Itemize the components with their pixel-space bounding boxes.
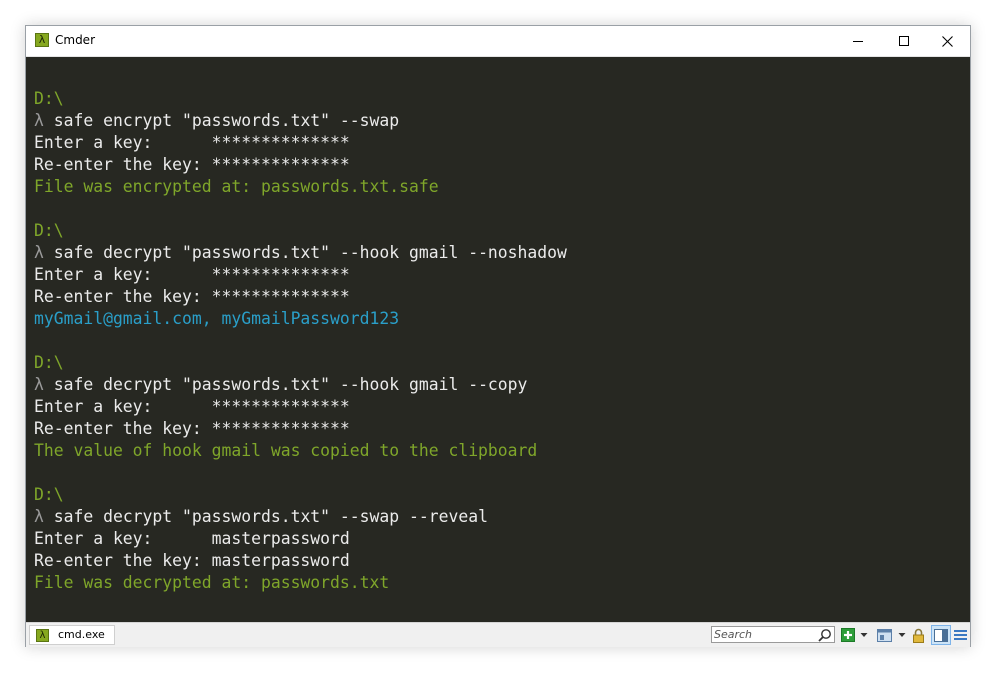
console-tab[interactable]: λ cmd.exe bbox=[29, 625, 115, 645]
tab-label: cmd.exe bbox=[58, 628, 105, 641]
terminal-line: D:\ bbox=[34, 353, 64, 372]
window-title: Cmder bbox=[55, 33, 96, 47]
lambda-app-icon[interactable]: λ bbox=[35, 33, 49, 47]
plus-icon bbox=[841, 628, 855, 642]
lock-button[interactable] bbox=[912, 627, 925, 643]
lambda-tab-icon: λ bbox=[36, 629, 49, 642]
terminal-line: Enter a key: ************** bbox=[34, 397, 350, 416]
chevron-down-icon bbox=[860, 633, 868, 637]
hamburger-icon bbox=[954, 630, 967, 640]
terminal-line: Re-enter the key: ************** bbox=[34, 419, 350, 438]
terminal-line: D:\ bbox=[34, 221, 64, 240]
terminal-output[interactable]: D:\ λ safe encrypt "passwords.txt" --swa… bbox=[26, 57, 970, 622]
split-dropdown[interactable] bbox=[898, 627, 906, 643]
terminal-line: myGmail@gmail.com, myGmailPassword123 bbox=[34, 309, 400, 328]
panel-toggle-button[interactable] bbox=[931, 625, 951, 645]
title-bar[interactable]: λ Cmder bbox=[26, 26, 970, 57]
prompt-symbol: λ bbox=[34, 375, 44, 394]
status-bar: λ cmd.exe bbox=[26, 622, 970, 647]
terminal-line: Enter a key: masterpassword bbox=[34, 529, 350, 548]
prompt-symbol: λ bbox=[34, 243, 44, 262]
maximize-icon bbox=[899, 36, 909, 46]
terminal-line: The value of hook gmail was copied to th… bbox=[34, 441, 538, 460]
command-text: safe encrypt "passwords.txt" --swap bbox=[43, 111, 400, 130]
terminal-line: Re-enter the key: ************** bbox=[34, 155, 350, 174]
terminal-line: File was decrypted at: passwords.txt bbox=[34, 573, 390, 592]
minimize-button[interactable] bbox=[835, 26, 881, 56]
terminal-line: Enter a key: ************** bbox=[34, 265, 350, 284]
prompt-symbol: λ bbox=[34, 111, 44, 130]
new-console-button[interactable] bbox=[841, 627, 855, 643]
search-input[interactable] bbox=[714, 627, 814, 642]
terminal-command-line: λ safe decrypt "passwords.txt" --hook gm… bbox=[34, 242, 567, 264]
search-box[interactable] bbox=[711, 626, 835, 643]
lock-icon bbox=[913, 628, 924, 643]
terminal-command-line: λ safe decrypt "passwords.txt" --hook gm… bbox=[34, 374, 527, 396]
terminal-command-line: λ safe decrypt "passwords.txt" --swap --… bbox=[34, 506, 488, 528]
terminal-line: Re-enter the key: masterpassword bbox=[34, 551, 350, 570]
command-text: safe decrypt "passwords.txt" --hook gmai… bbox=[43, 375, 528, 394]
new-console-dropdown[interactable] bbox=[860, 627, 868, 643]
terminal-line: Re-enter the key: ************** bbox=[34, 287, 350, 306]
close-icon bbox=[941, 35, 953, 47]
search-icon[interactable] bbox=[818, 628, 832, 642]
menu-button[interactable] bbox=[954, 627, 967, 643]
split-button[interactable] bbox=[877, 627, 892, 643]
panel-icon bbox=[934, 628, 948, 642]
command-text: safe decrypt "passwords.txt" --hook gmai… bbox=[43, 243, 567, 262]
terminal-command-line: λ safe encrypt "passwords.txt" --swap bbox=[34, 110, 399, 132]
chevron-down-icon bbox=[898, 633, 906, 637]
terminal-line: D:\ bbox=[34, 89, 64, 108]
close-button[interactable] bbox=[924, 26, 970, 56]
maximize-button[interactable] bbox=[881, 26, 927, 56]
command-text: safe decrypt "passwords.txt" --swap --re… bbox=[43, 507, 488, 526]
terminal-line: File was encrypted at: passwords.txt.saf… bbox=[34, 177, 439, 196]
window-icon bbox=[877, 628, 892, 642]
cmder-window: λ Cmder D:\ λ safe encrypt "passwords.tx… bbox=[25, 25, 971, 647]
prompt-symbol: λ bbox=[34, 507, 44, 526]
terminal-line: D:\ bbox=[34, 485, 64, 504]
terminal-line: Enter a key: ************** bbox=[34, 133, 350, 152]
minimize-icon bbox=[853, 41, 863, 42]
